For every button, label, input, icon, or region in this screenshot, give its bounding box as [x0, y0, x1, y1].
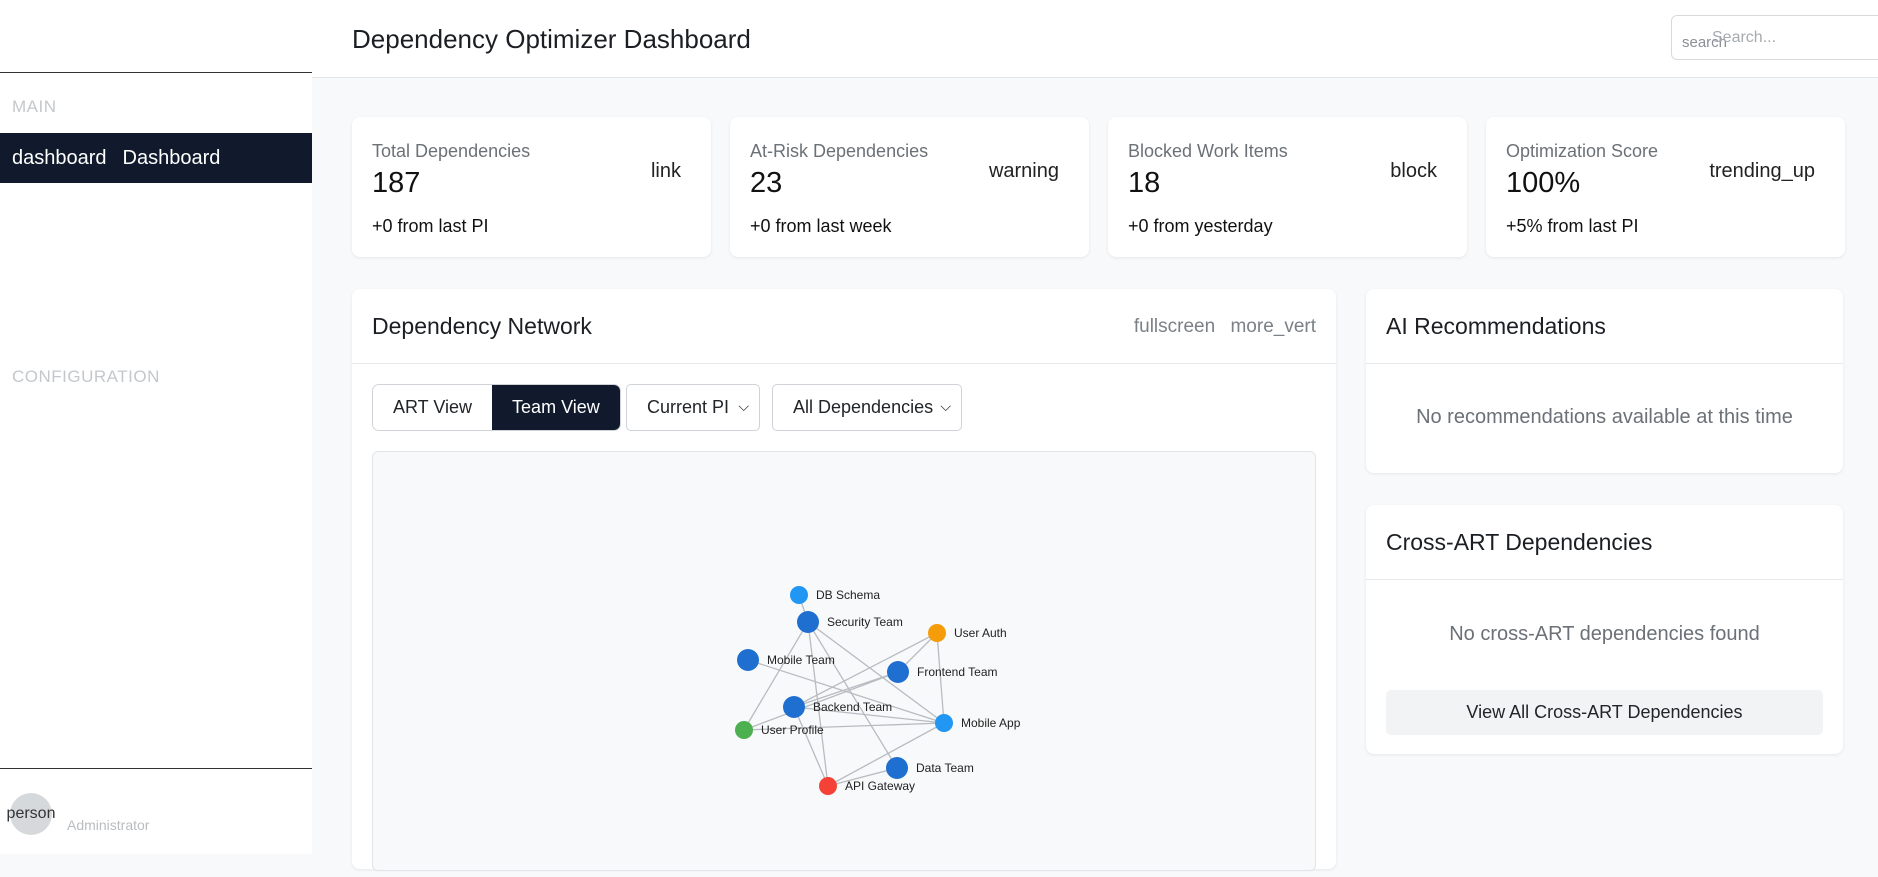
art-view-button[interactable]: ART View: [373, 385, 493, 430]
stat-label: Blocked Work Items: [1128, 141, 1288, 161]
node-circle[interactable]: [783, 696, 805, 718]
node-circle[interactable]: [735, 721, 753, 739]
node-label: Mobile App: [961, 716, 1021, 730]
search-input[interactable]: search Search...: [1671, 15, 1878, 60]
network-graph-svg[interactable]: DB Schema Security Team User Auth Mobile Te…: [373, 452, 1317, 872]
stat-card-optimization-score: Optimization Score 100% trending_up +5% …: [1486, 117, 1845, 257]
recommendations-empty-message: No recommendations available at this tim…: [1416, 406, 1793, 428]
stat-label: Optimization Score: [1506, 141, 1659, 161]
avatar[interactable]: person: [7, 793, 55, 835]
panel-header: Dependency Network fullscreen more_vert: [352, 289, 1336, 364]
graph-node-api[interactable]: API Gateway: [819, 777, 915, 795]
node-label: Data Team: [916, 761, 974, 775]
stat-value: 23: [750, 167, 783, 199]
section-label-configuration: CONFIGURATION: [12, 367, 160, 386]
link-icon: link: [650, 160, 681, 182]
panel-title: Cross-ART Dependencies: [1386, 529, 1653, 555]
node-label: User Auth: [954, 626, 1007, 640]
edge-sec-data: [807, 621, 898, 769]
team-view-button[interactable]: Team View: [492, 385, 620, 430]
graph-node-db[interactable]: DB Schema: [790, 586, 880, 604]
graph-node-data[interactable]: Data Team: [886, 757, 974, 779]
node-label: Backend Team: [813, 700, 892, 714]
sidebar: MAIN dashboard Dashboard CONFIGURATION p…: [0, 0, 312, 854]
panel-header: Cross-ART Dependencies: [1366, 505, 1843, 580]
stat-label: At-Risk Dependencies: [750, 141, 929, 161]
section-label-main: MAIN: [12, 97, 57, 116]
stat-change: +0 from yesterday: [1128, 216, 1273, 236]
block-icon: block: [1390, 160, 1437, 182]
graph-node-auth[interactable]: User Auth: [928, 624, 1007, 642]
pi-filter-value: Current PI: [647, 397, 730, 417]
pi-filter-select[interactable]: Current PI ⌵: [626, 384, 760, 431]
view-toggle: ART View Team View: [372, 384, 621, 431]
node-circle[interactable]: [737, 649, 759, 671]
node-label: DB Schema: [816, 588, 880, 602]
node-label: API Gateway: [845, 779, 915, 793]
sidebar-item-dashboard[interactable]: dashboard Dashboard: [0, 133, 312, 183]
user-role: Administrator: [67, 817, 150, 833]
node-circle[interactable]: [797, 611, 819, 633]
stat-change: +5% from last PI: [1506, 216, 1639, 236]
stat-value: 100%: [1506, 167, 1581, 199]
node-circle[interactable]: [887, 661, 909, 683]
dependency-filter-value: All Dependencies: [793, 397, 934, 417]
stat-change: +0 from last PI: [372, 216, 489, 236]
graph-node-fe[interactable]: Frontend Team: [887, 661, 998, 683]
dependency-network-panel: Dependency Network fullscreen more_vert …: [352, 289, 1336, 871]
sidebar-item-label: Dashboard: [122, 146, 221, 169]
edge-auth-be: [793, 632, 938, 708]
fullscreen-icon[interactable]: fullscreen: [1134, 316, 1215, 337]
dashboard-icon: dashboard: [12, 146, 107, 169]
graph-node-mob[interactable]: Mobile Team: [737, 649, 835, 671]
dependency-filter-select[interactable]: All Dependencies ⌵: [772, 384, 962, 431]
stat-value: 18: [1128, 167, 1161, 199]
node-circle[interactable]: [928, 624, 946, 642]
person-icon: person: [6, 805, 56, 822]
network-graph[interactable]: DB Schema Security Team User Auth Mobile Te…: [372, 451, 1316, 871]
node-circle[interactable]: [886, 757, 908, 779]
stat-change: +0 from last week: [750, 216, 892, 236]
panel-title: Dependency Network: [372, 313, 592, 339]
search-placeholder: Search...: [1712, 29, 1777, 46]
stat-card-blocked-work-items: Blocked Work Items 18 block +0 from yest…: [1108, 117, 1467, 257]
node-circle[interactable]: [790, 586, 808, 604]
graph-node-sec[interactable]: Security Team: [797, 611, 903, 633]
stat-value: 187: [372, 167, 421, 199]
node-label: Security Team: [827, 615, 903, 629]
sidebar-brand: [0, 0, 312, 73]
view-all-cross-art-button[interactable]: View All Cross-ART Dependencies: [1386, 690, 1823, 735]
page-title: Dependency Optimizer Dashboard: [352, 24, 751, 54]
node-circle[interactable]: [935, 714, 953, 732]
panel-actions: fullscreen more_vert: [1124, 316, 1316, 338]
node-label: User Profile: [761, 723, 824, 737]
graph-node-app[interactable]: Mobile App: [935, 714, 1021, 732]
graph-node-prof[interactable]: User Profile: [735, 721, 824, 739]
node-circle[interactable]: [819, 777, 837, 795]
stat-card-at-risk-dependencies: At-Risk Dependencies 23 warning +0 from …: [730, 117, 1089, 257]
panel-title: AI Recommendations: [1386, 313, 1606, 339]
cross-art-empty-message: No cross-ART dependencies found: [1449, 623, 1760, 645]
node-label: Mobile Team: [767, 653, 835, 667]
chevron-down-icon: ⌵: [738, 398, 749, 414]
cross-art-dependencies-panel: Cross-ART Dependencies No cross-ART depe…: [1366, 505, 1843, 754]
node-label: Frontend Team: [917, 665, 998, 679]
stat-label: Total Dependencies: [372, 141, 531, 161]
chevron-down-icon: ⌵: [940, 398, 951, 414]
edge-api-app: [827, 722, 945, 787]
top-bar: Dependency Optimizer Dashboard search Se…: [312, 0, 1878, 78]
panel-header: AI Recommendations: [1366, 289, 1843, 364]
ai-recommendations-panel: AI Recommendations No recommendations av…: [1366, 289, 1843, 473]
warning-icon: warning: [988, 160, 1059, 182]
trending-up-icon: trending_up: [1709, 160, 1815, 182]
sidebar-footer: person Administrator: [0, 768, 312, 854]
more-vert-icon[interactable]: more_vert: [1230, 316, 1316, 337]
stat-card-total-dependencies: Total Dependencies 187 link +0 from last…: [352, 117, 711, 257]
graph-node-be[interactable]: Backend Team: [783, 696, 892, 718]
